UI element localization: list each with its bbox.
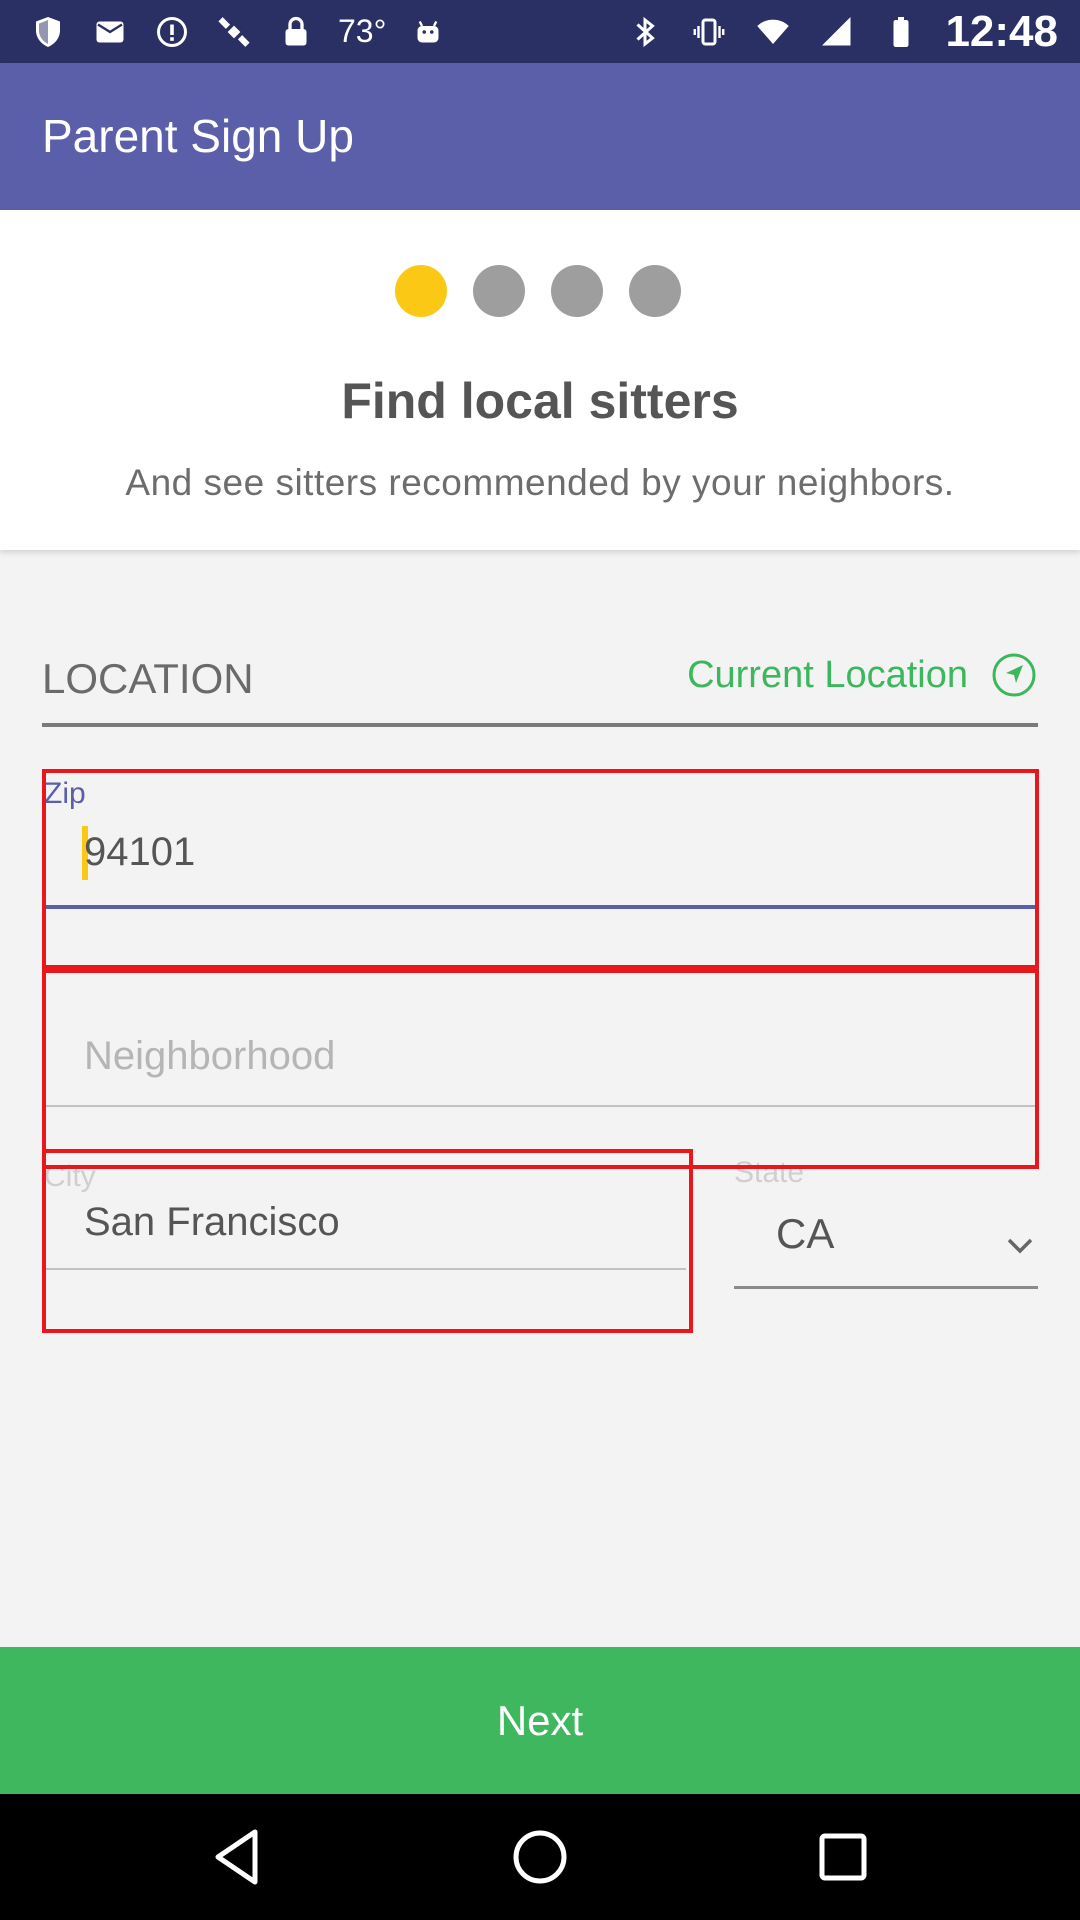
step-dot [629, 265, 681, 317]
alert-circle-icon [152, 12, 192, 52]
navigation-bar [0, 1794, 1080, 1920]
city-label: City [44, 1160, 96, 1193]
location-header: LOCATION Current Location [42, 633, 1038, 727]
page-title: Parent Sign Up [42, 110, 354, 162]
shield-icon [28, 12, 68, 52]
status-bar: 73° 12:48 [0, 0, 1080, 63]
wifi-icon [753, 12, 793, 52]
battery-icon [881, 12, 921, 52]
clock-text: 12:48 [945, 6, 1058, 56]
chevron-down-icon[interactable] [1006, 1236, 1034, 1256]
zip-label: Zip [44, 777, 86, 810]
vibrate-icon [689, 12, 729, 52]
intro-subtitle: And see sitters recommended by your neig… [125, 462, 955, 503]
zip-underline [42, 905, 1038, 909]
step-dot [551, 265, 603, 317]
home-circle-icon[interactable] [505, 1822, 575, 1892]
state-underline [734, 1286, 1038, 1289]
city-input[interactable]: San Francisco [84, 1200, 340, 1245]
current-location-button[interactable]: Current Location [687, 651, 1038, 699]
screen: 73° 12:48 Parent Sign Up Find local sitt… [0, 0, 1080, 1920]
android-icon [408, 12, 448, 52]
city-underline [42, 1268, 686, 1270]
back-triangle-icon[interactable] [203, 1822, 273, 1892]
zip-input[interactable]: 94101 [84, 830, 195, 875]
next-button[interactable]: Next [0, 1647, 1080, 1794]
recent-apps-square-icon[interactable] [808, 1822, 878, 1892]
state-select[interactable]: CA [776, 1210, 834, 1258]
lock-icon [276, 12, 316, 52]
location-label: LOCATION [42, 655, 254, 702]
status-right-icons: 12:48 [625, 0, 1058, 63]
step-dot-active [395, 265, 447, 317]
temperature-text: 73° [338, 13, 387, 49]
step-indicator [395, 265, 681, 317]
mail-icon [90, 12, 130, 52]
intro-title: Find local sitters [341, 373, 739, 429]
neighborhood-input[interactable]: Neighborhood [84, 1034, 335, 1079]
step-dot [473, 265, 525, 317]
navigation-arrow-icon [990, 651, 1038, 699]
app-bar: Parent Sign Up [0, 63, 1080, 210]
current-location-label: Current Location [687, 653, 968, 696]
satellite-icon [214, 12, 254, 52]
signal-icon [817, 12, 857, 52]
neighborhood-underline [42, 1105, 1038, 1107]
status-left-icons: 73° [28, 0, 448, 63]
bluetooth-icon [625, 12, 665, 52]
state-label: State [734, 1156, 805, 1189]
